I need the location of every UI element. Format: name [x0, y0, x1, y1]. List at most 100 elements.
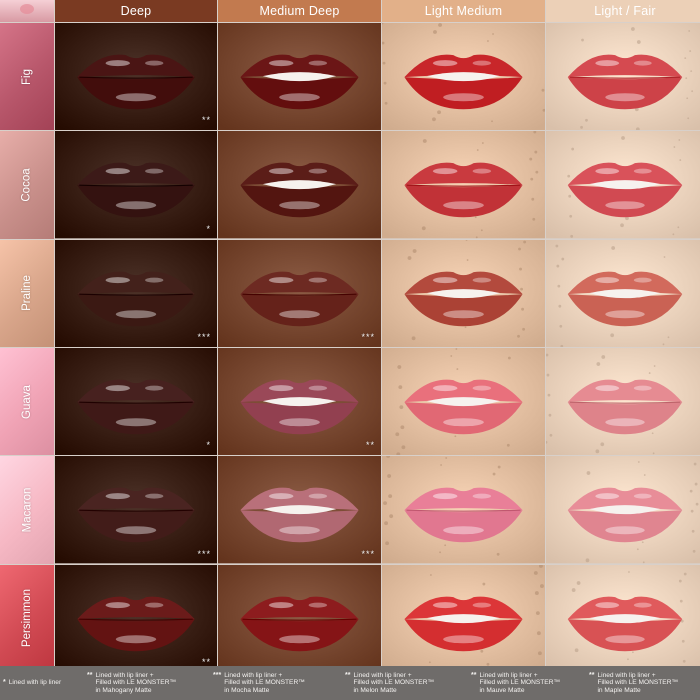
footnote-mark: **	[345, 671, 351, 679]
lips-illustration	[546, 456, 700, 564]
footnote-marker: *	[206, 440, 211, 451]
footnote-marker: ***	[361, 331, 375, 342]
lips-illustration	[382, 347, 545, 456]
lips-illustration	[382, 23, 545, 131]
swatch-cell	[382, 564, 545, 672]
row-label-persimmon: Persimmon	[0, 564, 54, 672]
swatch-cell	[546, 456, 700, 564]
column-header: Medium Deep	[218, 0, 381, 22]
footnote-mark: **	[589, 671, 595, 679]
swatch-cell: **	[218, 347, 381, 456]
column-header: Light Medium	[382, 0, 545, 22]
footnote-line: in Mocha Matte	[224, 686, 270, 694]
footnote-line: Filled with LE MONSTER™	[224, 679, 305, 687]
footnote-line: Filled with LE MONSTER™	[95, 679, 177, 687]
footnote-mark: **	[87, 671, 93, 679]
lips-illustration	[546, 239, 700, 347]
swatch-cell: ***	[218, 456, 381, 564]
footnote: ** Lined with lip liner + Filled with LE M…	[87, 672, 213, 695]
lips-illustration	[218, 23, 381, 131]
footnote-text: Lined with lip liner + Filled with LE MON…	[95, 672, 176, 695]
footnote-text: Lined with lip liner + Filled with LE MON…	[224, 672, 305, 695]
footer-notes: * Lined with lip liner ** Lined with lip li…	[0, 666, 700, 700]
swatch-cell: *	[55, 347, 217, 456]
footnote: *** Lined with lip liner + Filled with LE …	[213, 672, 345, 695]
swatch-cell: ***	[55, 239, 217, 347]
swatch-cell	[218, 23, 381, 131]
footnote-mark: *	[3, 679, 6, 687]
footnote-line: in Maple Matte	[597, 686, 641, 694]
footnote-line: Lined with lip liner +	[597, 671, 656, 679]
footnote: ** Lined with lip liner + Filled with LE M…	[345, 672, 471, 695]
swatch-cell: **	[55, 23, 217, 131]
swatch-cell	[382, 347, 545, 456]
lips-illustration	[382, 456, 545, 564]
lips-illustration	[55, 456, 217, 564]
footnote-marker: ***	[197, 548, 211, 559]
shade-name: Guava	[20, 384, 33, 419]
lips-illustration	[382, 239, 545, 347]
footnote-marker: *	[206, 223, 211, 234]
swatch-cell	[218, 131, 381, 239]
footnote-marker: ***	[197, 331, 211, 342]
lips-illustration	[546, 347, 700, 456]
row-label-macaron: Macaron	[0, 456, 54, 564]
lips-illustration	[218, 564, 381, 672]
row-label-guava: Guava	[0, 347, 54, 456]
footnote-mark: **	[471, 671, 477, 679]
footnote-line: in Mauve Matte	[479, 686, 525, 694]
lips-illustration	[55, 347, 217, 456]
lips-illustration	[382, 564, 545, 672]
column-header: Deep	[55, 0, 217, 22]
lips-illustration	[218, 239, 381, 347]
footnote-line: Lined with lip liner +	[479, 671, 538, 679]
corner-swatch	[0, 0, 54, 22]
footnote-text: Lined with lip liner	[9, 679, 61, 687]
shade-name: Fig	[20, 68, 33, 85]
footnote-line: Lined with lip liner +	[224, 671, 283, 679]
footnote-line: Lined with lip liner	[8, 679, 62, 687]
footnote-line: Filled with LE MONSTER™	[597, 679, 679, 687]
shade-name: Macaron	[21, 487, 33, 533]
footnote-text: Lined with lip liner + Filled with LE MON…	[597, 672, 678, 695]
lips-illustration	[546, 564, 700, 672]
row-label-cocoa: Cocoa	[0, 131, 54, 239]
swatch-cell	[382, 131, 545, 239]
footnote-text: Lined with lip liner + Filled with LE MON…	[353, 672, 434, 695]
swatch-cell	[546, 239, 700, 347]
footnote-line: in Mahogany Matte	[95, 686, 152, 694]
swatch-cell: ***	[55, 456, 217, 564]
shade-name: Persimmon	[21, 589, 33, 648]
lips-illustration	[55, 23, 217, 131]
footnote-mark: ***	[213, 671, 222, 679]
swatch-cell	[546, 347, 700, 456]
footnote: ** Lined with lip liner + Filled with LE M…	[471, 672, 589, 695]
row-label-fig: Fig	[0, 23, 54, 131]
footnote-line: Lined with lip liner +	[95, 671, 154, 679]
swatch-cell	[546, 23, 700, 131]
lips-illustration	[546, 131, 700, 239]
swatch-cell	[382, 23, 545, 131]
lips-illustration	[382, 131, 545, 239]
swatch-cell	[546, 131, 700, 239]
row-label-praline: Praline	[0, 239, 54, 347]
footnote-marker: **	[365, 440, 375, 451]
shade-grid: Deep Medium Deep Light Medium Light / Fair F…	[0, 0, 700, 672]
swatch-cell	[382, 239, 545, 347]
footnote-marker: **	[201, 115, 211, 126]
column-header: Light / Fair	[546, 0, 700, 22]
swatch-cell: ***	[218, 239, 381, 347]
lips-illustration	[218, 131, 381, 239]
footnote: * Lined with lip liner	[3, 679, 87, 687]
footnote: ** Lined with lip liner + Filled with LE M…	[589, 672, 700, 695]
lips-illustration	[55, 564, 217, 672]
footnote-line: Lined with lip liner +	[353, 671, 412, 679]
swatch-cell	[382, 456, 545, 564]
swatch-cell: *	[55, 131, 217, 239]
swatch-cell	[218, 564, 381, 672]
footnote-text: Lined with lip liner + Filled with LE MON…	[479, 672, 560, 695]
lips-illustration	[55, 131, 217, 239]
footnote-line: in Melon Matte	[353, 686, 397, 694]
lips-illustration	[218, 456, 381, 564]
footnote-line: Filled with LE MONSTER™	[479, 679, 561, 687]
